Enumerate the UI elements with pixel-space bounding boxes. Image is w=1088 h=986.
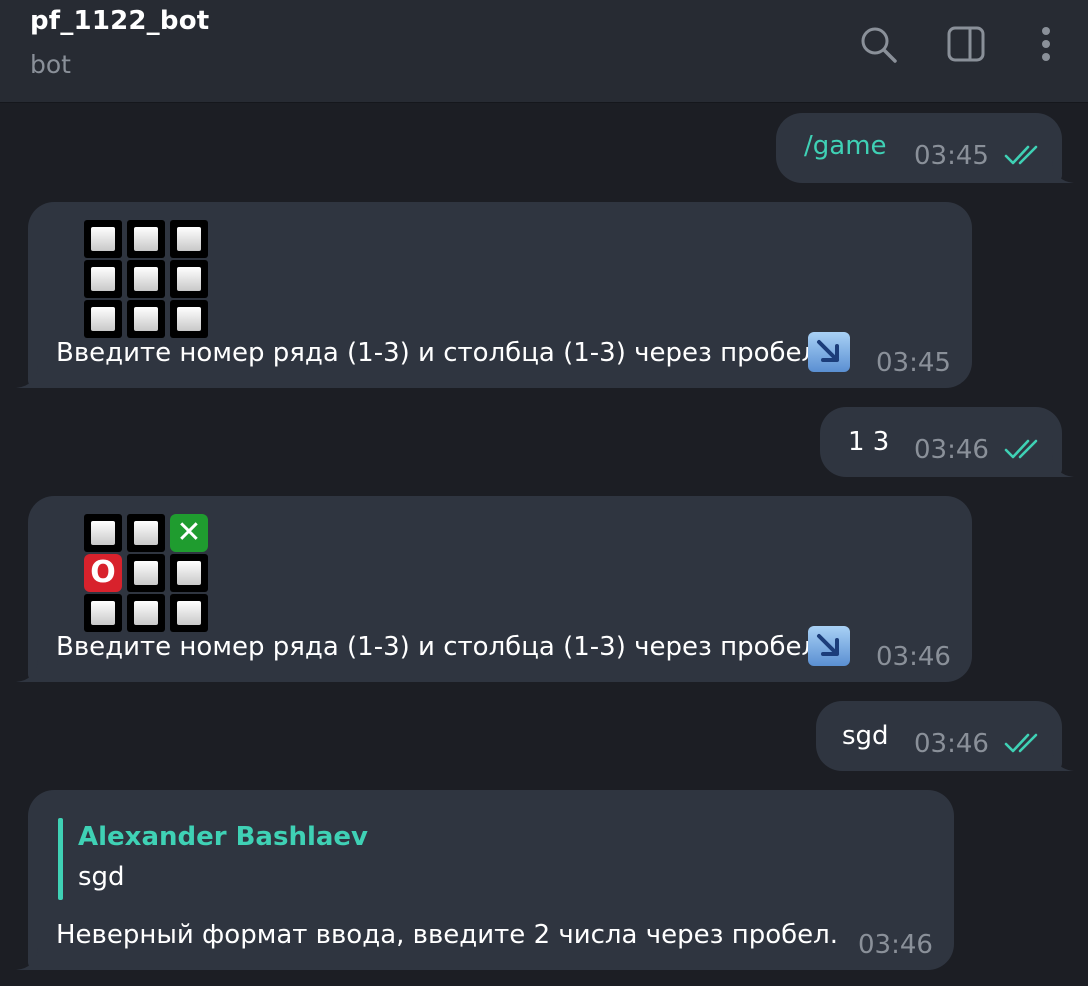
- bubble-tail: [1052, 455, 1074, 477]
- bubble-tail: [1052, 161, 1074, 183]
- message-time: 03:46: [858, 930, 933, 960]
- chat-title[interactable]: pf_1122_bot: [30, 6, 209, 36]
- message-time: 03:45: [876, 348, 951, 378]
- arrow-down-right-emoji-icon: [808, 332, 850, 372]
- bubble-tail: [16, 948, 38, 970]
- sidebar-toggle-icon[interactable]: [946, 24, 986, 64]
- bubble-tail: [16, 366, 38, 388]
- board-cell-empty: [127, 220, 165, 258]
- outgoing-message[interactable]: sgd 03:46: [816, 701, 1074, 771]
- message-text: Неверный формат ввода, введите 2 числа ч…: [56, 920, 839, 950]
- bot-command-link[interactable]: /game: [804, 131, 887, 161]
- reply-quote-bar: [58, 818, 63, 900]
- incoming-message[interactable]: Alexander Bashlaev sgd Неверный формат в…: [16, 790, 954, 970]
- chat-header: pf_1122_bot bot: [0, 0, 1088, 103]
- message-text: Введите номер ряда (1-3) и столбца (1-3)…: [56, 632, 819, 662]
- message-time: 03:46: [914, 729, 989, 759]
- board-cell-empty: [127, 554, 165, 592]
- o-mark-icon: O: [90, 555, 116, 590]
- read-checks-icon: [1004, 733, 1038, 753]
- x-mark-icon: ✕: [176, 515, 202, 550]
- board-cell-empty: [170, 300, 208, 338]
- board-cell-empty: [127, 260, 165, 298]
- chat-subtitle: bot: [30, 50, 71, 79]
- read-checks-icon: [1004, 439, 1038, 459]
- outgoing-message[interactable]: /game 03:45: [776, 113, 1074, 183]
- bubble-tail: [1052, 749, 1074, 771]
- message-time: 03:46: [914, 435, 989, 465]
- arrow-down-right-emoji-icon: [808, 626, 850, 666]
- message-text: sgd: [842, 721, 889, 751]
- board-cell-empty: [127, 594, 165, 632]
- board-cell-o: O: [84, 554, 122, 592]
- message-time: 03:46: [876, 642, 951, 672]
- reply-quoted-text[interactable]: sgd: [78, 862, 125, 892]
- search-icon[interactable]: [858, 24, 898, 64]
- incoming-message[interactable]: ✕ O Введите номер ряда (1-3) и столбца (…: [16, 496, 972, 682]
- board-cell-empty: [170, 594, 208, 632]
- outgoing-message[interactable]: 1 3 03:46: [820, 407, 1074, 477]
- message-text: Введите номер ряда (1-3) и столбца (1-3)…: [56, 338, 819, 368]
- board-cell-empty: [84, 300, 122, 338]
- reply-author[interactable]: Alexander Bashlaev: [78, 822, 368, 852]
- board-cell-empty: [84, 514, 122, 552]
- board-cell-empty: [84, 594, 122, 632]
- read-checks-icon: [1004, 145, 1038, 165]
- board-cell-empty: [127, 514, 165, 552]
- message-time: 03:45: [914, 141, 989, 171]
- board-cell-empty: [170, 554, 208, 592]
- incoming-message[interactable]: Введите номер ряда (1-3) и столбца (1-3)…: [16, 202, 972, 388]
- bubble-tail: [16, 660, 38, 682]
- message-text: 1 3: [848, 427, 890, 457]
- board-cell-empty: [84, 220, 122, 258]
- more-vertical-icon[interactable]: [1026, 24, 1066, 64]
- board-cell-x: ✕: [170, 514, 208, 552]
- board-cell-empty: [84, 260, 122, 298]
- board-cell-empty: [170, 220, 208, 258]
- board-cell-empty: [127, 300, 165, 338]
- board-cell-empty: [170, 260, 208, 298]
